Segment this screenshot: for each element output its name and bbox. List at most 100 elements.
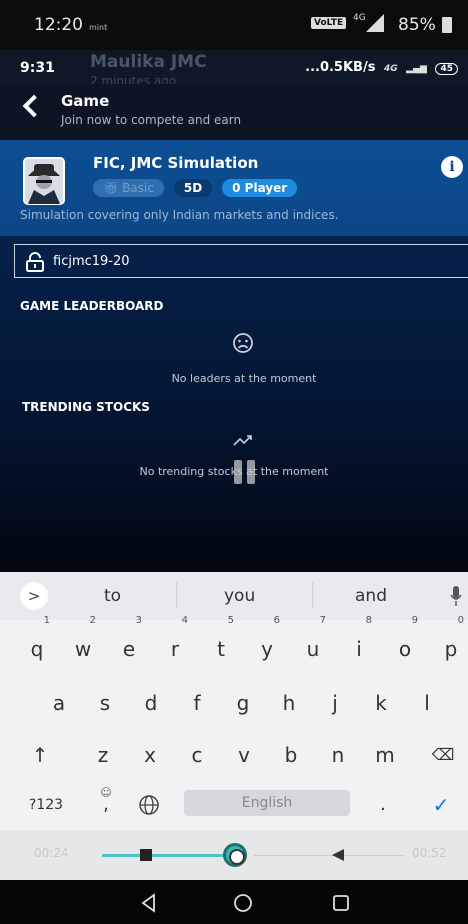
enter-key[interactable]: ✓ bbox=[426, 782, 456, 828]
key-p[interactable]: p0 bbox=[436, 616, 466, 672]
key-hint: 9 bbox=[411, 615, 418, 626]
rewind-icon[interactable] bbox=[332, 849, 344, 861]
key-l[interactable]: l bbox=[412, 680, 442, 726]
trending-up-icon bbox=[233, 435, 252, 446]
battery-icon bbox=[442, 17, 452, 33]
key-f[interactable]: f bbox=[182, 680, 212, 726]
outer-clock: 12:20 mint bbox=[34, 15, 108, 35]
nav-home-icon[interactable] bbox=[232, 892, 254, 914]
game-card: FIC, JMC Simulation 🎁︎ Basic 5D 0 Player… bbox=[0, 140, 468, 236]
space-bar[interactable]: English bbox=[184, 790, 350, 816]
badge-duration: 5D bbox=[173, 179, 213, 197]
emoji-hint-icon: ☺ bbox=[100, 786, 112, 799]
key-b[interactable]: b bbox=[276, 732, 306, 778]
key-d[interactable]: d bbox=[136, 680, 166, 726]
trending-title: TRENDING STOCKS bbox=[22, 400, 150, 414]
suggestion-bar: > to you and bbox=[0, 572, 468, 620]
scrubber-remaining-track bbox=[254, 855, 404, 856]
key-s[interactable]: s bbox=[90, 680, 120, 726]
video-scrubber: 00:24 00:52 bbox=[0, 830, 468, 880]
spy-avatar-icon bbox=[23, 157, 65, 205]
key-w[interactable]: w2 bbox=[68, 616, 98, 672]
key-q[interactable]: q1 bbox=[22, 616, 52, 672]
nav-back-icon[interactable] bbox=[138, 892, 160, 914]
info-icon[interactable]: i bbox=[441, 156, 463, 178]
key-e[interactable]: e3 bbox=[114, 616, 144, 672]
back-arrow-icon[interactable] bbox=[22, 94, 46, 118]
scrubber-progress-track[interactable] bbox=[102, 854, 231, 857]
key-a[interactable]: a bbox=[44, 680, 74, 726]
globe-icon[interactable] bbox=[138, 794, 160, 816]
pause-icon[interactable] bbox=[231, 460, 257, 484]
key-h[interactable]: h bbox=[274, 680, 304, 726]
key-row-1: q1 w2 e3 r4 t5 y6 u7 i8 o9 p0 bbox=[0, 616, 468, 672]
key-o[interactable]: o9 bbox=[390, 616, 420, 672]
total-time: 00:52 bbox=[412, 846, 447, 860]
unlock-icon bbox=[26, 252, 44, 272]
key-hint: 4 bbox=[181, 615, 188, 626]
period-key[interactable]: . bbox=[372, 782, 394, 828]
key-m[interactable]: m bbox=[370, 732, 400, 778]
nav-recents-icon[interactable] bbox=[330, 892, 352, 914]
inner-clock: 9:31 bbox=[20, 60, 55, 76]
net-type-label: 4G bbox=[383, 64, 398, 74]
key-c[interactable]: c bbox=[182, 732, 212, 778]
key-u[interactable]: u7 bbox=[298, 616, 328, 672]
key-k[interactable]: k bbox=[366, 680, 396, 726]
key-t[interactable]: t5 bbox=[206, 616, 236, 672]
game-description: Simulation covering only Indian markets … bbox=[20, 208, 339, 222]
soft-keyboard: > to you and q1 w2 e3 r4 t5 y6 u7 i8 o9 p0 asdfgh… bbox=[0, 572, 468, 830]
volte-badge: VoLTE bbox=[311, 17, 347, 29]
game-title: FIC, JMC Simulation bbox=[93, 154, 259, 172]
suggestion-2[interactable]: you bbox=[224, 586, 255, 606]
notification-ghost-name: Maulika JMC bbox=[90, 52, 207, 72]
suggestion-3[interactable]: and bbox=[355, 586, 387, 606]
game-badges: 🎁︎ Basic 5D 0 Player bbox=[93, 179, 298, 197]
system-nav-bar bbox=[0, 880, 468, 924]
no-leaders-message: No leaders at the moment bbox=[171, 372, 317, 385]
game-code-field[interactable] bbox=[14, 244, 468, 278]
network-label: 4G bbox=[353, 13, 366, 23]
signal-bars-icon: ▂▄▆ bbox=[406, 64, 427, 74]
net-speed: ...0.5KB/s bbox=[305, 60, 376, 75]
badge-basic: 🎁︎ Basic bbox=[93, 179, 164, 197]
inner-status-right: ...0.5KB/s 4G ▂▄▆ 45 bbox=[305, 60, 458, 75]
key-g[interactable]: g bbox=[228, 680, 258, 726]
outer-status-bar: 12:20 mint VoLTE 4G 85% bbox=[0, 0, 468, 50]
shift-key[interactable]: ↑ bbox=[22, 732, 58, 778]
key-n[interactable]: n bbox=[323, 732, 353, 778]
key-i[interactable]: i8 bbox=[344, 616, 374, 672]
key-hint: 2 bbox=[89, 615, 96, 626]
backspace-key[interactable]: ⌫ bbox=[425, 732, 461, 778]
stop-icon[interactable] bbox=[140, 849, 152, 861]
game-content: GAME LEADERBOARD No leaders at the momen… bbox=[0, 236, 468, 572]
scrubber-thumb[interactable] bbox=[223, 843, 247, 867]
leaderboard-title: GAME LEADERBOARD bbox=[20, 299, 164, 313]
key-hint: 0 bbox=[457, 615, 464, 626]
key-r[interactable]: r4 bbox=[160, 616, 190, 672]
app-header: Game Join now to compete and earn bbox=[0, 84, 468, 140]
sad-face-icon bbox=[233, 333, 253, 353]
key-hint: 7 bbox=[319, 615, 326, 626]
key-v[interactable]: v bbox=[229, 732, 259, 778]
mic-icon[interactable] bbox=[450, 584, 462, 608]
key-row-3: ↑ ⌫ zxcvbnm bbox=[0, 732, 468, 778]
key-x[interactable]: x bbox=[135, 732, 165, 778]
badge-players: 0 Player bbox=[222, 179, 298, 197]
key-hint: 1 bbox=[43, 615, 50, 626]
key-hint: 6 bbox=[273, 615, 280, 626]
screen: 12:20 mint VoLTE 4G 85% 9:31 Maulika JMC … bbox=[0, 0, 468, 924]
symbols-key[interactable]: ?123 bbox=[22, 782, 70, 828]
suggestion-1[interactable]: to bbox=[104, 586, 121, 606]
expand-suggestions-button[interactable]: > bbox=[20, 582, 48, 610]
key-row-4: ?123 , ☺ English . ✓ bbox=[0, 782, 468, 828]
game-code-input[interactable] bbox=[53, 245, 453, 277]
signal-icon bbox=[366, 14, 384, 32]
gift-icon: 🎁︎ bbox=[103, 181, 123, 195]
elapsed-time: 00:24 bbox=[34, 846, 69, 860]
suggestion-divider bbox=[176, 582, 177, 608]
key-y[interactable]: y6 bbox=[252, 616, 282, 672]
carrier-label: mint bbox=[89, 23, 108, 32]
key-j[interactable]: j bbox=[320, 680, 350, 726]
key-hint: 5 bbox=[227, 615, 234, 626]
